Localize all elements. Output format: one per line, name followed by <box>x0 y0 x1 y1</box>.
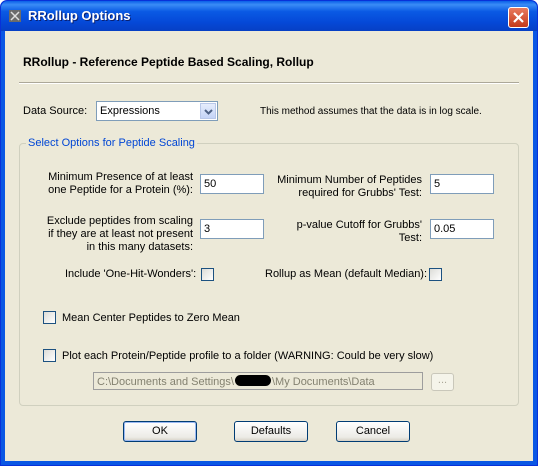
exclude-label: Exclude peptides from scaling if they ar… <box>46 215 193 253</box>
one-hit-label: Include 'One-Hit-Wonders': <box>65 268 197 280</box>
close-button[interactable] <box>508 7 529 28</box>
plot-profile-label[interactable]: Plot each Protein/Peptide profile to a f… <box>62 350 433 362</box>
rollup-mean-label: Rollup as Mean (default Median): <box>265 268 428 280</box>
chevron-down-icon <box>204 109 213 115</box>
ok-button[interactable]: OK <box>123 421 197 442</box>
title-bar[interactable]: RRollup Options <box>1 1 537 31</box>
data-source-value: Expressions <box>100 105 160 117</box>
dropdown-button[interactable] <box>200 103 216 119</box>
cancel-button[interactable]: Cancel <box>336 421 410 442</box>
min-peptides-label: Minimum Number of Peptides required for … <box>277 174 422 199</box>
min-presence-label: Minimum Presence of at least one Peptide… <box>48 171 193 196</box>
mean-center-checkbox[interactable] <box>43 311 56 324</box>
folder-path-field[interactable]: C:\Documents and Settings\ \My Documents\… <box>93 372 423 390</box>
data-source-select[interactable]: Expressions <box>96 101 218 121</box>
data-source-label: Data Source: <box>23 105 88 117</box>
rollup-mean-checkbox[interactable] <box>429 268 442 281</box>
min-peptides-input[interactable] <box>430 174 494 194</box>
log-scale-note: This method assumes that the data is in … <box>260 106 482 117</box>
min-presence-input[interactable] <box>200 174 264 194</box>
defaults-button[interactable]: Defaults <box>234 421 308 442</box>
dialog-window: RRollup Options RRollup - Reference Pept… <box>0 0 538 466</box>
rr-app-icon <box>8 9 22 23</box>
close-icon <box>513 12 524 23</box>
dialog-client-area: RRollup - Reference Peptide Based Scalin… <box>5 31 533 461</box>
window-title: RRollup Options <box>28 8 131 23</box>
plot-profile-checkbox[interactable] <box>43 349 56 362</box>
pvalue-input[interactable] <box>430 219 494 239</box>
one-hit-checkbox[interactable] <box>201 268 214 281</box>
redacted-username <box>234 375 271 386</box>
dialog-heading: RRollup - Reference Peptide Based Scalin… <box>23 55 314 69</box>
mean-center-label[interactable]: Mean Center Peptides to Zero Mean <box>62 312 240 324</box>
browse-folder-button[interactable]: ... <box>431 373 454 391</box>
exclude-datasets-input[interactable] <box>200 219 264 239</box>
group-title: Select Options for Peptide Scaling <box>26 137 197 149</box>
header-divider <box>19 82 519 84</box>
pvalue-label: p-value Cutoff for Grubbs' Test: <box>296 219 422 244</box>
